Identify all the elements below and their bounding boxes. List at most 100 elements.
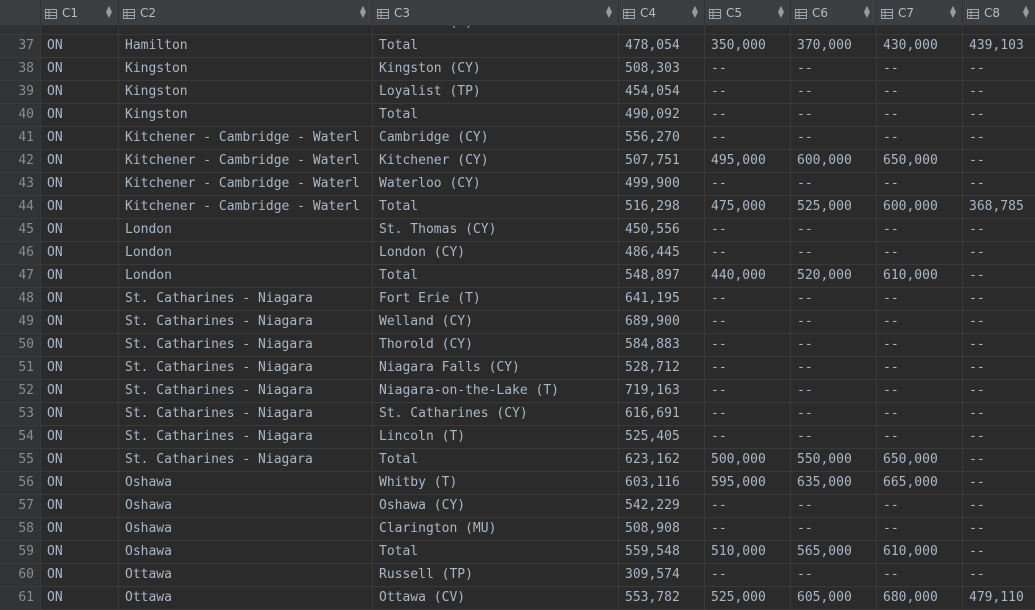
table-cell-c8[interactable]: -- [963,150,1035,172]
table-cell-c4[interactable]: 719,163 [619,380,705,402]
table-cell-c1[interactable]: ON [41,334,119,356]
table-row[interactable]: 56 ON Oshawa Whitby (T) 603,116 595,000 635,00… [0,472,1035,495]
table-cell-c6[interactable]: 520,000 [791,265,877,287]
table-cell-c1[interactable]: ON [41,541,119,563]
table-cell-c6[interactable]: -- [791,58,877,80]
table-cell-c5[interactable]: -- [705,173,791,195]
table-cell-c7[interactable]: -- [877,426,963,448]
table-cell-c8[interactable]: -- [963,311,1035,333]
table-cell-c8[interactable]: -- [963,449,1035,471]
table-cell-c1[interactable]: ON [41,380,119,402]
column-header-c8[interactable]: C8 ▲ ▼ [963,0,1035,25]
table-cell-c7[interactable]: -- [877,495,963,517]
table-cell-c2[interactable]: London [119,219,373,241]
sort-arrows-icon[interactable]: ▲ ▼ [692,5,698,19]
table-cell-c1[interactable]: ON [41,403,119,425]
table-cell-c7[interactable]: -- [877,104,963,126]
table-cell-c3[interactable]: London (CY) [373,242,619,264]
row-number[interactable]: 59 [0,541,41,563]
table-cell-c4[interactable]: 508,908 [619,518,705,540]
table-cell-c2[interactable]: St. Catharines - Niagara [119,288,373,310]
sort-arrows-icon[interactable]: ▲ ▼ [606,5,612,19]
table-cell-c6[interactable]: -- [791,288,877,310]
table-cell-c4[interactable]: 623,162 [619,449,705,471]
table-cell-c3[interactable]: Niagara Falls (CY) [373,357,619,379]
table-cell-c4[interactable]: 454,054 [619,81,705,103]
table-cell-c2[interactable]: St. Catharines - Niagara [119,334,373,356]
row-number[interactable]: 38 [0,58,41,80]
table-cell-c1[interactable]: ON [41,242,119,264]
table-cell-c1[interactable]: ON [41,196,119,218]
table-cell-c1[interactable]: ON [41,150,119,172]
table-row[interactable]: 51 ON St. Catharines - Niagara Niagara Fall… [0,357,1035,380]
table-cell-c8[interactable]: 368,785 [963,196,1035,218]
table-cell-c5[interactable]: -- [705,311,791,333]
table-cell-c2[interactable]: St. Catharines - Niagara [119,311,373,333]
row-number[interactable]: 39 [0,81,41,103]
table-cell-c5[interactable]: -- [705,219,791,241]
table-cell-c6[interactable]: -- [791,311,877,333]
table-cell-c3[interactable]: Thorold (CY) [373,334,619,356]
table-cell-c7[interactable]: -- [877,173,963,195]
table-cell-c6[interactable]: -- [791,127,877,149]
table-cell-c4[interactable]: 689,900 [619,311,705,333]
table-cell-c5[interactable]: 595,000 [705,472,791,494]
table-cell-c7[interactable]: -- [877,518,963,540]
table-cell-c8[interactable]: -- [963,81,1035,103]
table-cell-c6[interactable]: -- [791,104,877,126]
table-cell-c7[interactable]: 650,000 [877,449,963,471]
table-cell-c2[interactable]: Kitchener - Cambridge - Waterl [119,150,373,172]
table-cell-c3[interactable]: Kitchener (CY) [373,150,619,172]
table-cell-c4[interactable]: 603,116 [619,472,705,494]
table-cell-c7[interactable]: 610,000 [877,265,963,287]
row-number[interactable]: 52 [0,380,41,402]
table-cell-c6[interactable]: -- [791,518,877,540]
table-cell-c4[interactable]: 556,270 [619,127,705,149]
table-cell-c8[interactable]: 479,110 [963,587,1035,609]
table-cell-c1[interactable]: ON [41,58,119,80]
table-cell-c5[interactable]: 500,000 [705,449,791,471]
table-cell-c7[interactable]: -- [877,58,963,80]
table-cell-c3[interactable]: Kingston (CY) [373,58,619,80]
table-cell-c5[interactable]: -- [705,58,791,80]
table-cell-c2[interactable]: Ottawa [119,564,373,586]
table-cell-c1[interactable]: ON [41,564,119,586]
row-number[interactable]: 55 [0,449,41,471]
table-cell-c3[interactable]: Ottawa (CV) [373,587,619,609]
table-cell-c6[interactable]: -- [791,426,877,448]
table-cell-c5[interactable]: -- [705,104,791,126]
table-cell-c4[interactable]: 508,303 [619,58,705,80]
table-cell-c6[interactable]: 600,000 [791,150,877,172]
table-cell-c7[interactable]: -- [877,403,963,425]
table-cell-c2[interactable]: Kingston [119,104,373,126]
table-row[interactable]: 48 ON St. Catharines - Niagara Fort Erie (T… [0,288,1035,311]
table-cell-c2[interactable]: St. Catharines - Niagara [119,403,373,425]
row-number[interactable]: 48 [0,288,41,310]
sort-arrows-icon[interactable]: ▲ ▼ [950,5,956,19]
table-cell-c6[interactable]: -- [791,564,877,586]
table-cell-c4[interactable]: 486,445 [619,242,705,264]
table-cell-c5[interactable]: -- [705,564,791,586]
table-cell-c5[interactable]: -- [705,127,791,149]
table-cell-c1[interactable]: ON [41,219,119,241]
table-cell-c5[interactable]: 350,000 [705,35,791,57]
table-cell-c4[interactable]: 641,195 [619,288,705,310]
table-cell-c4[interactable]: 478,054 [619,35,705,57]
table-cell-c7[interactable]: -- [877,380,963,402]
table-cell-c3[interactable]: Total [373,35,619,57]
table-cell-c6[interactable]: 635,000 [791,472,877,494]
table-cell-c5[interactable]: -- [705,357,791,379]
table-cell-c8[interactable]: 439,103 [963,35,1035,57]
table-cell-c2[interactable]: Oshawa [119,472,373,494]
table-row[interactable]: 37 ON Hamilton Total 478,054 350,000 370,000 43… [0,35,1035,58]
row-number[interactable]: 40 [0,104,41,126]
table-cell-c3[interactable]: Cambridge (CY) [373,127,619,149]
table-cell-c4[interactable]: 559,548 [619,541,705,563]
sort-arrows-icon[interactable]: ▲ ▼ [360,5,366,19]
table-cell-c8[interactable]: -- [963,357,1035,379]
table-row[interactable]: 49 ON St. Catharines - Niagara Welland (CY)… [0,311,1035,334]
table-cell-c8[interactable]: -- [963,472,1035,494]
row-number[interactable]: 46 [0,242,41,264]
table-cell-c2[interactable]: Oshawa [119,495,373,517]
table-cell-c4[interactable]: 548,897 [619,265,705,287]
